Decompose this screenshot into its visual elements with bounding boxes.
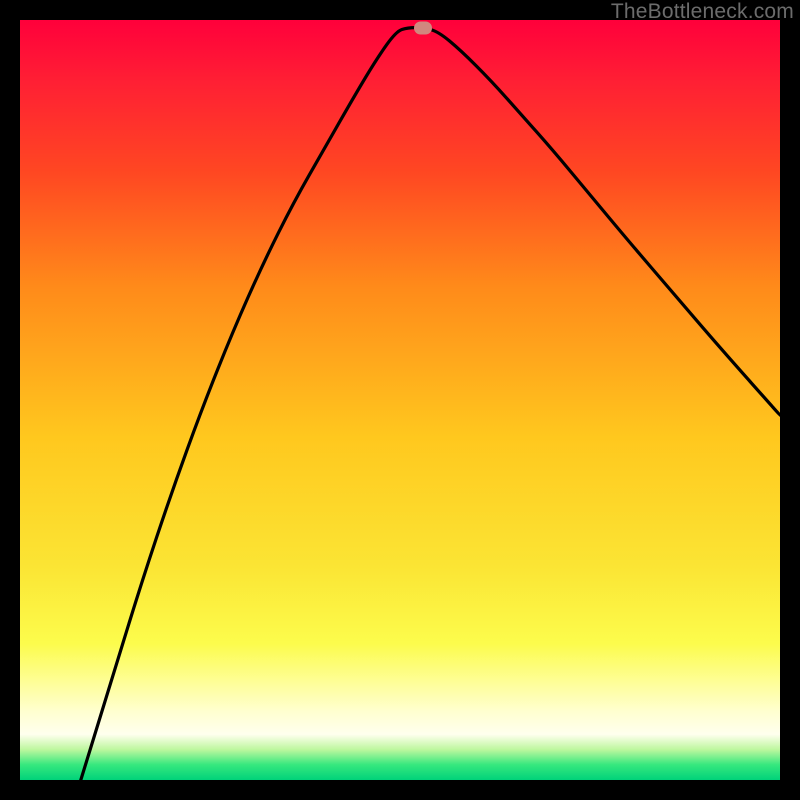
- bottleneck-curve: [20, 20, 780, 780]
- chart-frame: TheBottleneck.com: [0, 0, 800, 800]
- plot-area: [20, 20, 780, 780]
- watermark-text: TheBottleneck.com: [611, 0, 794, 24]
- optimum-marker: [414, 21, 432, 34]
